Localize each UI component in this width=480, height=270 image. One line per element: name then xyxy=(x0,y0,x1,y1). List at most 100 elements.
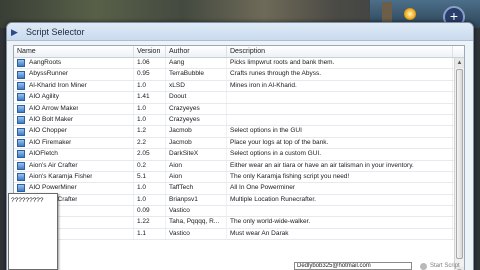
cell-version: 2.2 xyxy=(134,137,166,149)
cell-version: 1.41 xyxy=(134,92,166,103)
cell-author: Taha, Pqqqq, R... xyxy=(166,217,227,228)
cell-description: Must wear An Darak xyxy=(227,228,453,240)
cell-author: Jacmob xyxy=(166,126,227,137)
script-name: AIOFletch xyxy=(29,150,58,158)
cell-author: Aang xyxy=(166,58,227,69)
scrollbar-thumb[interactable] xyxy=(456,69,463,259)
tooltip-popup: ????????? xyxy=(8,193,58,270)
cell-name: AIO Agility xyxy=(14,92,134,103)
cell-description: Multiple Location Runecrafter. xyxy=(227,194,453,206)
cell-description xyxy=(227,206,453,217)
cell-description: Picks limpwrut roots and bank them. xyxy=(227,58,453,69)
cell-version: 0.09 xyxy=(134,206,166,217)
vertical-scrollbar[interactable]: ▲ ▼ xyxy=(454,58,464,270)
table-row[interactable]: AIO Bolt Maker 1.0 Crazyeyes xyxy=(14,114,455,127)
column-header-name[interactable]: Name xyxy=(14,46,134,57)
script-name: AangRoots xyxy=(29,59,62,66)
table-row[interactable]: Aion's Air Crafter 0.2 Aion Either wear an … xyxy=(14,160,455,172)
cell-description: Select options in a custom GUI. xyxy=(227,149,453,160)
script-icon xyxy=(17,116,25,125)
script-icon xyxy=(17,173,25,182)
script-name: Aion's Karamja Fisher xyxy=(29,172,93,180)
script-icon xyxy=(17,81,25,90)
cell-author: Crazyeyes xyxy=(166,114,227,126)
script-name: AIO Arrow Maker xyxy=(29,104,79,112)
cell-author: TaffTech xyxy=(166,183,227,194)
cell-description: All In One Powerminer xyxy=(227,183,453,194)
script-icon xyxy=(17,59,25,68)
table-row[interactable]: AIO Arrow Maker 1.0 Crazyeyes xyxy=(14,103,455,115)
cell-description xyxy=(227,92,453,103)
script-name: Aion's Air Crafter xyxy=(29,161,78,169)
cell-description: Crafts runes through the Abyss. xyxy=(227,69,453,80)
table-row[interactable]: Lalcher1.1VasticoMust wear An Darak xyxy=(14,228,455,241)
table-row[interactable]: AIO PowerMiner 1.0 TaffTech All In One Powe… xyxy=(14,183,455,195)
cell-name: Al-Kharid Iron Miner xyxy=(14,80,134,92)
table-row[interactable]: Walker1.22Taha, Pqqqq, R...The only worl… xyxy=(14,217,455,229)
column-header-version[interactable]: Version xyxy=(134,46,166,57)
cell-name: AIO Arrow Maker xyxy=(14,103,134,114)
tooltip-text: ????????? xyxy=(11,197,44,204)
cell-name: AangRoots xyxy=(14,58,134,69)
table-row[interactable]: AIO Agility 1.41 Doout xyxy=(14,92,455,104)
cell-version: 1.0 xyxy=(134,183,166,194)
table-row[interactable]: Aion's Karamja Fisher 5.1 Aion The only Kar… xyxy=(14,171,455,184)
cell-version: 1.0 xyxy=(134,114,166,126)
cell-author: TerraBubble xyxy=(166,69,227,80)
cell-description: Mines iron in Al-Kharid. xyxy=(227,80,453,92)
script-name: Al-Kharid Iron Miner xyxy=(29,81,87,89)
column-header-description[interactable]: Description xyxy=(227,46,453,57)
table-row[interactable]: AIO RuneCrafter1.0Brianpsv1Multiple Loca… xyxy=(14,194,455,207)
cell-version: 1.0 xyxy=(134,103,166,114)
cell-name: AIO Bolt Maker xyxy=(14,114,134,126)
column-header-author[interactable]: Author xyxy=(166,46,227,57)
script-name: AIO Firemaker xyxy=(29,138,72,146)
table-row[interactable]: AIO Firemaker 2.2 Jacmob Place your logs at… xyxy=(14,137,455,150)
cell-author: Vastico xyxy=(166,206,227,217)
cell-description xyxy=(227,114,453,126)
script-icon xyxy=(17,138,25,147)
cell-version: 0.95 xyxy=(134,69,166,80)
cell-name: AIO Firemaker xyxy=(14,137,134,149)
title-bar[interactable]: ▶ Script Selector xyxy=(7,23,473,41)
script-selector-window: ▶ Script Selector Name Version Author De… xyxy=(6,22,474,270)
cell-author: xLSD xyxy=(166,80,227,92)
cell-version: 1.06 xyxy=(134,58,166,69)
cell-version: 1.1 xyxy=(134,228,166,240)
script-icon xyxy=(17,104,25,113)
start-script-label: Start Script xyxy=(430,263,460,269)
table-row[interactable]: AbyssRunner 0.95 TerraBubble Crafts runes t… xyxy=(14,69,455,81)
scroll-up-icon[interactable]: ▲ xyxy=(455,58,464,68)
script-icon xyxy=(17,70,25,79)
cell-version: 1.0 xyxy=(134,194,166,206)
cell-version: 1.22 xyxy=(134,217,166,228)
table-row[interactable]: AIO Chopper 1.2 Jacmob Select options in th… xyxy=(14,126,455,138)
script-list[interactable]: Name Version Author Description AangRoot… xyxy=(13,45,465,270)
cell-description: Select options in the GUI xyxy=(227,126,453,137)
lamp-icon xyxy=(404,8,416,20)
column-header-row: Name Version Author Description xyxy=(14,46,464,58)
cell-author: Aion xyxy=(166,171,227,183)
script-name: AbyssRunner xyxy=(29,70,69,78)
table-row[interactable]: AIOFletch 2.05 DarkSiteX Select options in … xyxy=(14,149,455,161)
cell-author: DarkSiteX xyxy=(166,149,227,160)
cell-name: Aion's Air Crafter xyxy=(14,160,134,171)
bottom-bar: Dedlybob325@hotmail.com Start Script xyxy=(294,262,480,270)
cell-description: The only Karamja fishing script you need… xyxy=(227,171,453,183)
script-name: AIO Bolt Maker xyxy=(29,115,74,123)
table-row[interactable]: Al-Kharid Iron Miner 1.0 xLSD Mines iron in… xyxy=(14,80,455,93)
script-icon xyxy=(17,161,25,170)
start-icon xyxy=(420,262,427,270)
cell-author: Jacmob xyxy=(166,137,227,149)
cell-author: Aion xyxy=(166,160,227,171)
cell-name: AIOFletch xyxy=(14,149,134,160)
cell-description: The only world-wide-walker. xyxy=(227,217,453,228)
table-row[interactable]: AangRoots 1.06 Aang Picks limpwrut roots an… xyxy=(14,58,455,70)
script-icon xyxy=(17,127,25,136)
cell-version: 1.0 xyxy=(134,80,166,92)
start-script-button[interactable]: Start Script xyxy=(420,262,460,270)
cell-version: 5.1 xyxy=(134,171,166,183)
script-rows: AangRoots 1.06 Aang Picks limpwrut roots an… xyxy=(14,58,455,241)
account-select[interactable]: Dedlybob325@hotmail.com xyxy=(294,262,412,270)
table-row[interactable]: Alcher0.09Vastico xyxy=(14,206,455,218)
